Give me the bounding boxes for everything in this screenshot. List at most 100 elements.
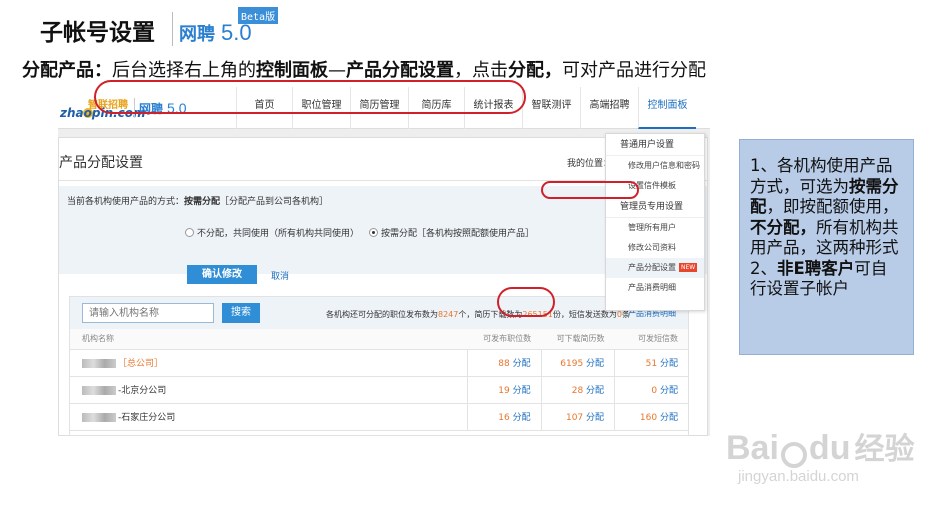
table-row: ［总公司］ 88 分配 6195 分配 51 分配 xyxy=(70,349,688,377)
logo-brand: 网聘 xyxy=(179,24,215,45)
resumes-cell: 6195 分配 xyxy=(540,349,615,377)
sms-cell-value: 0 xyxy=(651,386,658,396)
dropdown-section-heading: 管理员专用设置 xyxy=(606,196,704,218)
text-segment: 分配产品： xyxy=(22,60,112,81)
slide-subtitle: 分配产品：后台选择右上角的控制面板—产品分配设置，点击分配，可对产品进行分配 xyxy=(22,56,706,82)
assign-link[interactable]: 分配 xyxy=(586,413,604,423)
sms-cell-value: 160 xyxy=(639,413,658,423)
assign-link[interactable]: 分配 xyxy=(513,413,531,423)
col-header-resumes: 可下载简历数 xyxy=(541,329,615,350)
quota-part: 份，短信发送数为 xyxy=(552,310,617,319)
quota-jobs: 8247 xyxy=(438,310,459,319)
sms-cell: 0 分配 xyxy=(614,376,688,404)
jobs-cell-value: 88 xyxy=(498,359,510,369)
text-segment: 控制面板 xyxy=(256,60,328,81)
text-segment: 非E聘客户 xyxy=(777,258,855,278)
text-segment: 后台选择右上角的 xyxy=(112,60,256,81)
nav-item-7[interactable]: 高端招聘 xyxy=(580,87,638,129)
text-segment: ，点击 xyxy=(454,60,508,81)
watermark-jingyan: 经验 xyxy=(854,432,915,467)
watermark-du: du xyxy=(808,429,851,467)
dropdown-item-label: 产品分配设置 xyxy=(628,263,676,272)
jobs-cell: 19 分配 xyxy=(467,376,542,404)
table-header-row: 机构名称 可发布职位数 可下载简历数 可发短信数 xyxy=(70,329,688,350)
method-label: 当前各机构使用产品的方式：按需分配［分配产品到公司各机构］ xyxy=(67,194,328,207)
table-row: -石家庄分公司 16 分配 107 分配 160 分配 xyxy=(70,403,688,431)
nav-item-8[interactable]: 控制面板 xyxy=(638,87,696,129)
text-segment: 2、 xyxy=(750,258,777,278)
dropdown-item-label: 修改用户信息和密码 xyxy=(628,161,700,170)
assign-link[interactable]: 分配 xyxy=(513,359,531,369)
dropdown-item-label: 管理所有用户 xyxy=(628,223,676,232)
assign-link[interactable]: 分配 xyxy=(660,359,678,369)
radio-button[interactable] xyxy=(185,228,194,237)
jobs-cell: 16 分配 xyxy=(467,403,542,431)
org-name-suffix: -北京分公司 xyxy=(118,386,167,396)
nav-item-6[interactable]: 智联测评 xyxy=(522,87,580,129)
dropdown-highlight-ring xyxy=(541,181,639,199)
table-row: -北京分公司 19 分配 28 分配 0 分配 xyxy=(70,376,688,404)
resumes-cell-value: 6195 xyxy=(560,359,584,369)
baidu-jingyan-watermark: Bai du 经验 jingyan.baidu.com xyxy=(726,424,915,485)
assign-highlight-ring xyxy=(497,287,555,317)
panel-title: 产品分配设置 xyxy=(59,155,143,171)
text-segment: 可对产品进行分配 xyxy=(562,60,706,81)
assign-link[interactable]: 分配 xyxy=(586,386,604,396)
radio-highlight-ring xyxy=(94,80,526,114)
org-search-input[interactable] xyxy=(82,303,214,323)
dropdown-item[interactable]: 产品消费明细 xyxy=(606,278,704,298)
text-segment: — xyxy=(328,60,346,81)
col-header-jobs: 可发布职位数 xyxy=(467,329,542,350)
sms-cell: 160 分配 xyxy=(614,403,688,431)
instruction-callout: 1、各机构使用产品方式，可选为按需分配，即按配额使用，不分配，所有机构共用产品，… xyxy=(739,139,914,355)
assign-link[interactable]: 分配 xyxy=(513,386,531,396)
confirm-button[interactable]: 确认修改 xyxy=(187,265,257,284)
resumes-cell: 28 分配 xyxy=(540,376,615,404)
quota-part: 各机构还可分配的职位发布数为 xyxy=(326,310,438,319)
org-name-suffix: ［总公司］ xyxy=(118,359,164,369)
watermark-bai: Bai xyxy=(726,429,779,467)
dropdown-item[interactable]: 修改用户信息和密码 xyxy=(606,156,704,176)
text-segment: 不分配， xyxy=(750,217,816,237)
radio-button[interactable] xyxy=(369,228,379,237)
col-header-sms: 可发短信数 xyxy=(614,329,688,350)
jobs-cell-value: 19 xyxy=(498,386,510,396)
col-header-org: 机构名称 xyxy=(70,329,468,350)
org-table: 机构名称 可发布职位数 可下载简历数 可发短信数 ［总公司］ 88 分配 6195 … xyxy=(70,329,688,431)
redacted-name xyxy=(82,386,116,395)
slide-title: 子帐号设置 xyxy=(40,20,155,46)
redacted-name xyxy=(82,413,116,422)
method-desc: ［分配产品到公司各机构］ xyxy=(220,197,329,207)
method-radio-option[interactable]: 按需分配［各机构按照配额使用产品］ xyxy=(369,226,534,239)
beta-badge: Beta版 xyxy=(238,7,279,24)
resumes-cell: 107 分配 xyxy=(540,403,615,431)
dropdown-item[interactable]: 修改公司资料 xyxy=(606,238,704,258)
org-name-cell: ［总公司］ xyxy=(70,349,468,377)
dropdown-item-label: 修改公司资料 xyxy=(628,243,676,252)
jobs-cell-value: 16 xyxy=(498,413,510,423)
dropdown-item-label: 产品消费明细 xyxy=(628,283,676,292)
control-panel-dropdown: 普通用户设置 修改用户信息和密码 设置信件模板 管理员专用设置 管理所有用户 修改公司资料… xyxy=(605,133,705,311)
method-radio-option[interactable]: 不分配，共同使用（所有机构共同使用） xyxy=(185,226,359,239)
search-button[interactable]: 搜索 xyxy=(222,303,260,323)
method-radio-group: 不分配，共同使用（所有机构共同使用） 按需分配［各机构按照配额使用产品］ xyxy=(185,226,534,239)
assign-link[interactable]: 分配 xyxy=(660,413,678,423)
cancel-link[interactable]: 取消 xyxy=(271,269,289,282)
radio-label: 按需分配［各机构按照配额使用产品］ xyxy=(381,229,535,239)
org-grid: 搜索 各机构还可分配的职位发布数为8247个，简历下载数为265151份，短信发… xyxy=(69,296,689,436)
dropdown-item[interactable]: 产品分配设置 NEW xyxy=(606,258,704,278)
redacted-name xyxy=(82,359,116,368)
quota-text: 各机构还可分配的职位发布数为8247个，简历下载数为265151份，短信发送数为… xyxy=(326,309,630,320)
embedded-screenshot: 智联招聘 zhaopin.com 网聘 5.0 首页 职位管理 简历管理 简历库 统计报… xyxy=(58,87,710,436)
sms-cell: 51 分配 xyxy=(614,349,688,377)
resumes-cell-value: 107 xyxy=(565,413,584,423)
search-bar: 搜索 各机构还可分配的职位发布数为8247个，简历下载数为265151份，短信发… xyxy=(70,297,688,329)
assign-link[interactable]: 分配 xyxy=(586,359,604,369)
radio-label: 不分配，共同使用（所有机构共同使用） xyxy=(197,229,360,239)
dropdown-item[interactable]: 管理所有用户 xyxy=(606,218,704,238)
jobs-cell: 88 分配 xyxy=(467,349,542,377)
method-label-prefix: 当前各机构使用产品的方式： xyxy=(67,197,185,207)
sms-cell-value: 51 xyxy=(645,359,658,369)
slide: 子帐号设置 网聘 5.0 Beta版 分配产品：后台选择右上角的控制面板—产品分… xyxy=(0,0,946,511)
assign-link[interactable]: 分配 xyxy=(660,386,678,396)
